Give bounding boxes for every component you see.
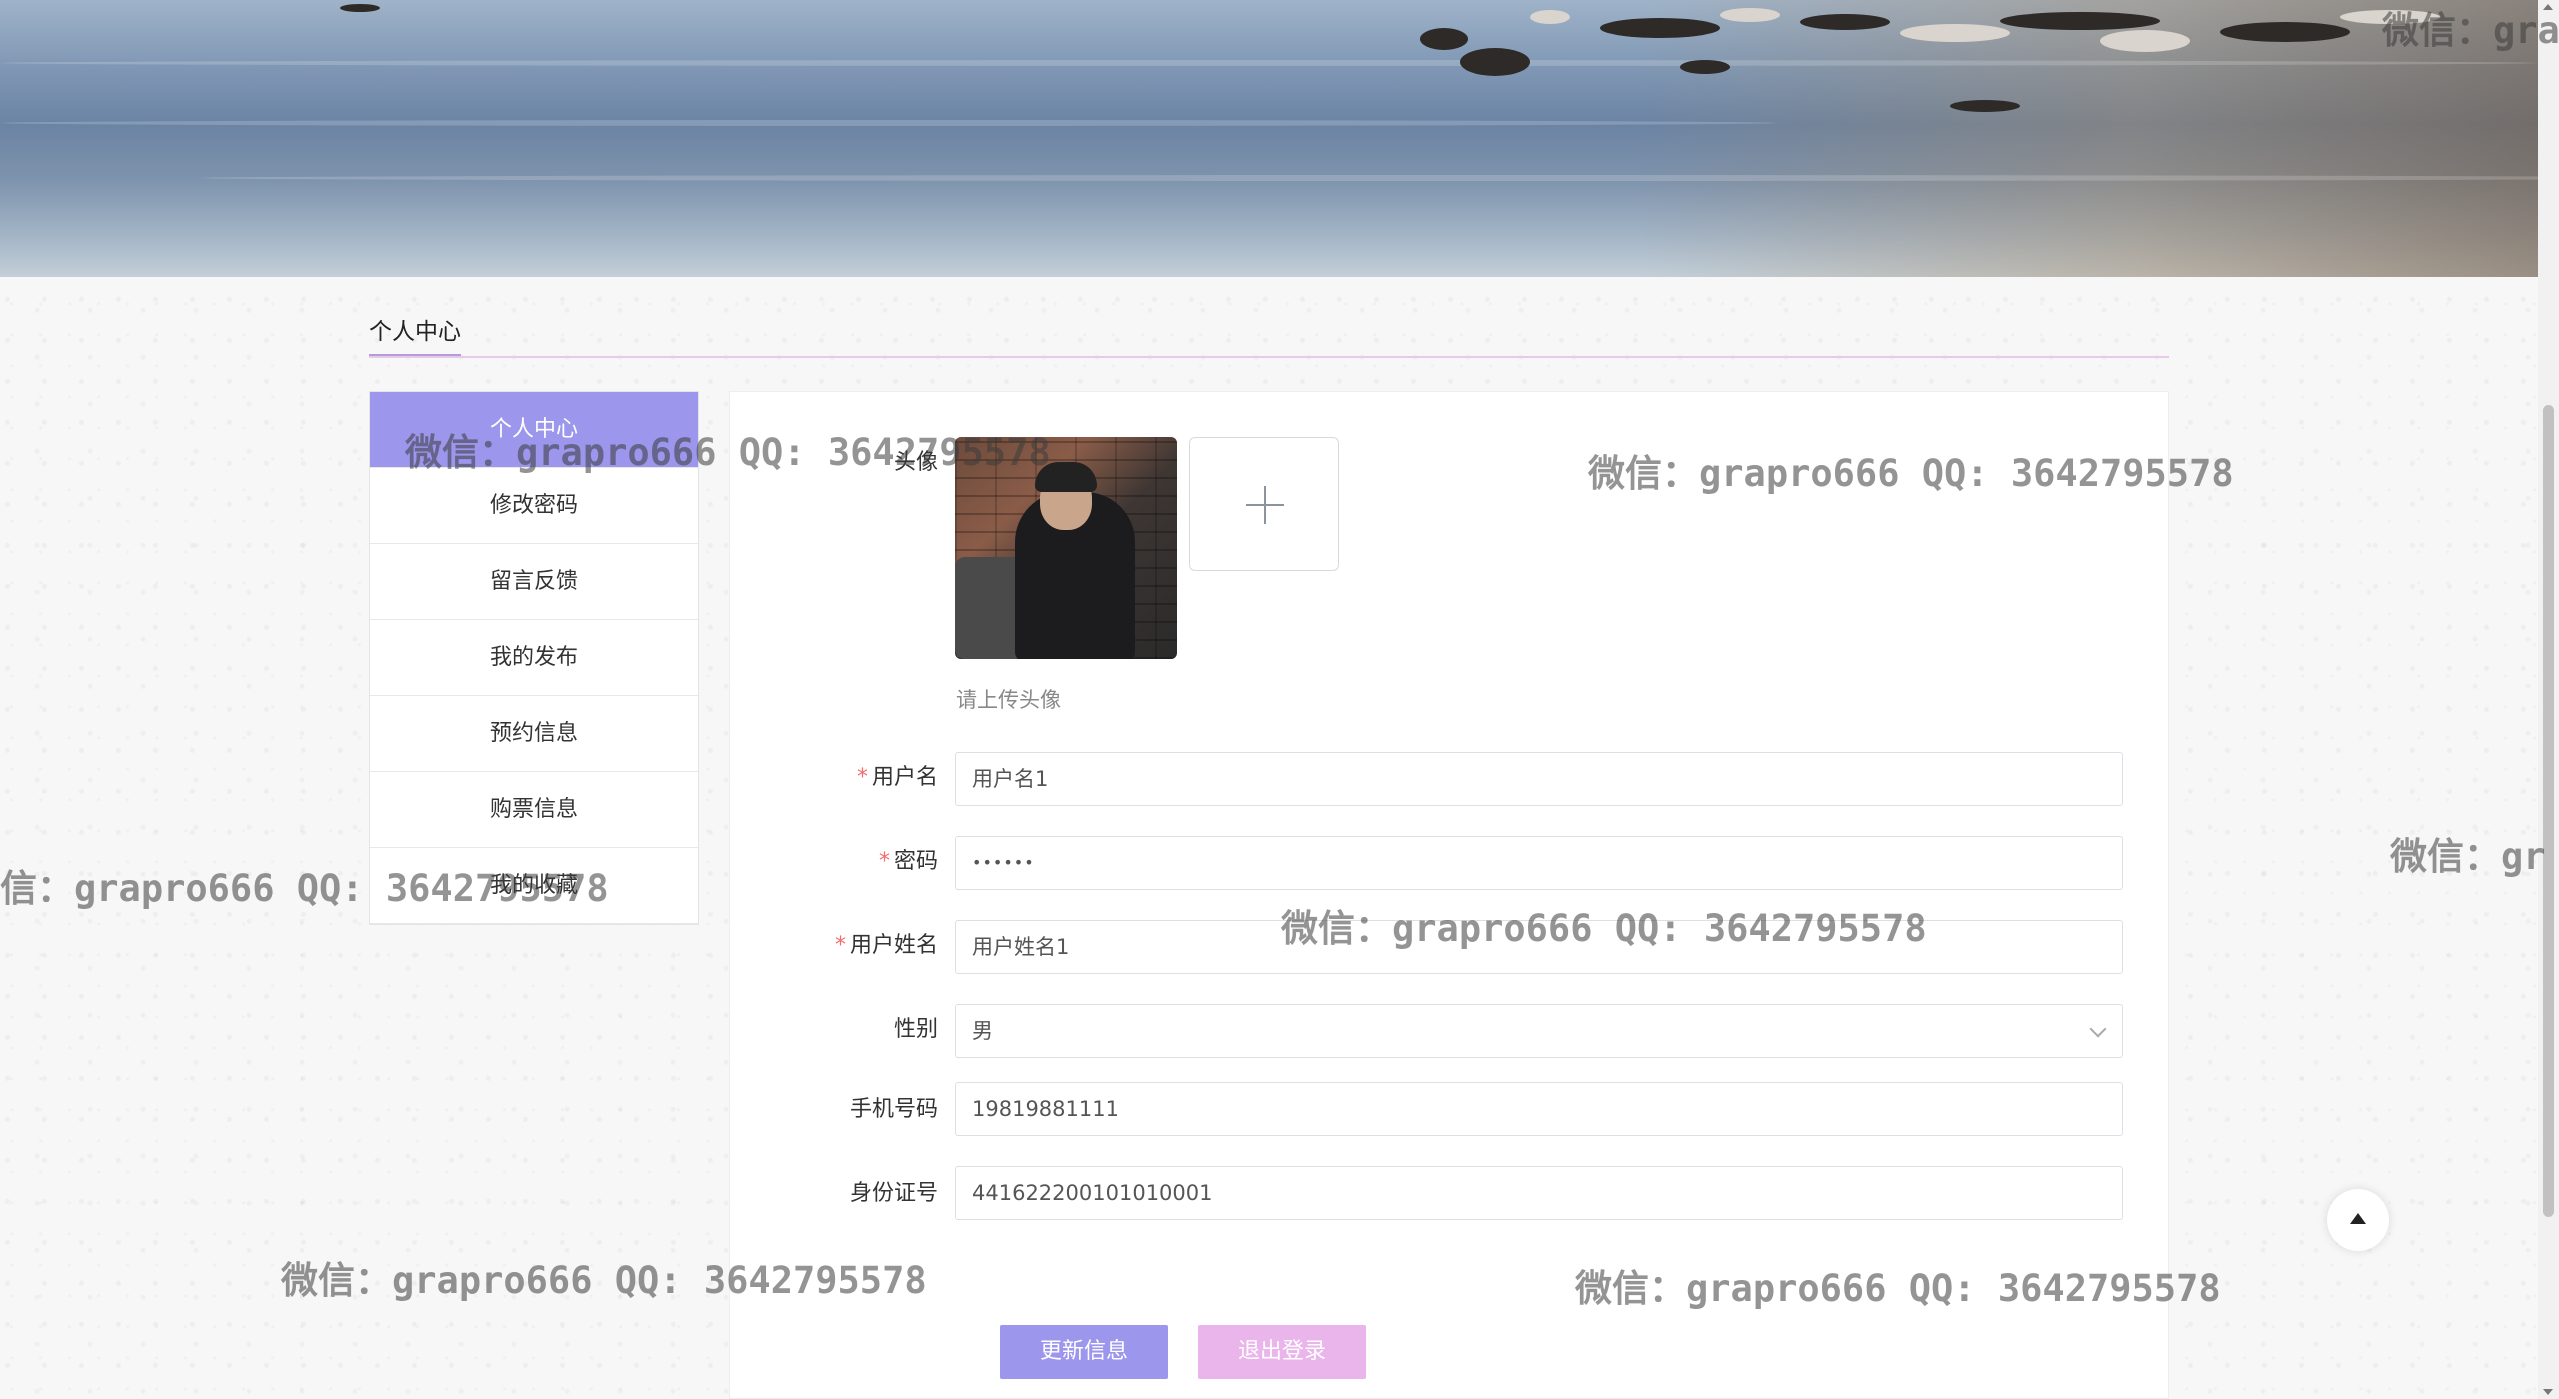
sidebar-item-favorites[interactable]: 我的收藏 xyxy=(370,848,698,924)
sidebar-menu: 个人中心 修改密码 留言反馈 我的发布 预约信息 购票信息 我的收藏 xyxy=(369,391,699,925)
phone-input[interactable]: 19819881111 xyxy=(955,1082,2123,1136)
real-name-input[interactable]: 用户姓名1 xyxy=(955,920,2123,974)
chevron-down-icon xyxy=(2089,1020,2107,1038)
gender-value: 男 xyxy=(972,1019,993,1043)
title-divider xyxy=(369,356,2169,358)
id-number-input[interactable]: 441622200101010001 xyxy=(955,1166,2123,1220)
sidebar-item-my-posts[interactable]: 我的发布 xyxy=(370,620,698,696)
sidebar-item-feedback[interactable]: 留言反馈 xyxy=(370,544,698,620)
avatar-hint: 请上传头像 xyxy=(956,688,1061,712)
sidebar-item-profile[interactable]: 个人中心 xyxy=(370,392,698,468)
update-info-button[interactable]: 更新信息 xyxy=(1000,1325,1168,1379)
watermark-text: 微信：gr xyxy=(2390,835,2546,878)
username-label: * 用户名 xyxy=(856,765,938,790)
required-mark: * xyxy=(856,765,868,790)
sidebar-item-reservations[interactable]: 预约信息 xyxy=(370,696,698,772)
sidebar-item-change-password[interactable]: 修改密码 xyxy=(370,468,698,544)
scrollbar-thumb[interactable] xyxy=(2543,405,2554,1217)
sidebar-item-tickets[interactable]: 购票信息 xyxy=(370,772,698,848)
scroll-up-arrow-icon[interactable] xyxy=(2543,4,2553,10)
logout-button[interactable]: 退出登录 xyxy=(1198,1325,1366,1379)
page-scrollbar[interactable] xyxy=(2538,0,2559,1399)
profile-form-panel xyxy=(729,391,2169,1399)
page-title-tab: 个人中心 xyxy=(369,310,461,357)
scroll-down-arrow-icon[interactable] xyxy=(2543,1389,2553,1395)
arrow-up-icon xyxy=(2350,1213,2366,1224)
phone-label: 手机号码 xyxy=(849,1097,938,1122)
avatar-image[interactable] xyxy=(955,437,1177,659)
gender-label: 性别 xyxy=(893,1017,938,1042)
password-label: * 密码 xyxy=(878,849,938,874)
id-number-label: 身份证号 xyxy=(849,1181,938,1206)
required-mark: * xyxy=(834,933,846,958)
required-mark: * xyxy=(878,849,890,874)
gender-select[interactable]: 男 xyxy=(955,1004,2123,1058)
back-to-top-button[interactable] xyxy=(2327,1189,2389,1251)
password-input[interactable]: •••••• xyxy=(955,836,2123,890)
real-name-label: * 用户姓名 xyxy=(834,933,938,958)
avatar-label: 头像 xyxy=(893,450,938,475)
username-input[interactable]: 用户名1 xyxy=(955,752,2123,806)
header-banner-image xyxy=(0,0,2538,277)
avatar-upload-button[interactable] xyxy=(1189,437,1339,571)
